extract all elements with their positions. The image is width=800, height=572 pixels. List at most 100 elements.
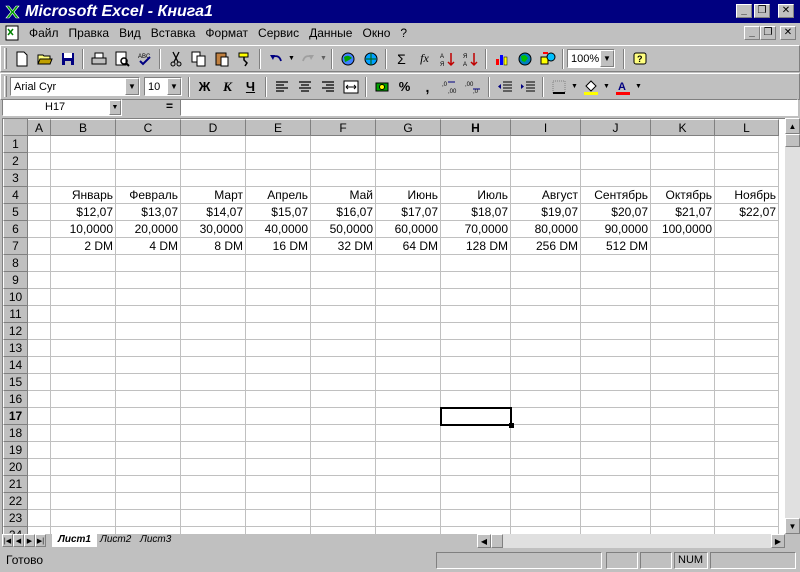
cell-i13[interactable]	[511, 340, 581, 357]
cell-f13[interactable]	[311, 340, 376, 357]
cell-f1[interactable]	[311, 136, 376, 153]
cell-f8[interactable]	[311, 255, 376, 272]
menu-view[interactable]: Вид	[114, 26, 146, 40]
currency-button[interactable]	[370, 76, 393, 98]
row-header-14[interactable]: 14	[3, 357, 28, 374]
cell-e12[interactable]	[246, 323, 311, 340]
format-painter-button[interactable]	[233, 48, 256, 70]
cell-a4[interactable]	[28, 187, 51, 204]
cell-l3[interactable]	[715, 170, 779, 187]
cell-h4[interactable]: Июль	[441, 187, 511, 204]
close-button[interactable]: ✕	[778, 4, 794, 18]
cell-c17[interactable]	[116, 408, 181, 425]
cell-i17[interactable]	[511, 408, 581, 425]
cell-d12[interactable]	[181, 323, 246, 340]
row-header-21[interactable]: 21	[3, 476, 28, 493]
cell-i24[interactable]	[511, 527, 581, 534]
cell-i15[interactable]	[511, 374, 581, 391]
cell-i10[interactable]	[511, 289, 581, 306]
cell-f10[interactable]	[311, 289, 376, 306]
cell-j18[interactable]	[581, 425, 651, 442]
cell-k10[interactable]	[651, 289, 715, 306]
cell-l5[interactable]: $22,07	[715, 204, 779, 221]
cell-b18[interactable]	[51, 425, 116, 442]
cell-d5[interactable]: $14,07	[181, 204, 246, 221]
cell-c18[interactable]	[116, 425, 181, 442]
cell-k18[interactable]	[651, 425, 715, 442]
cell-h9[interactable]	[441, 272, 511, 289]
cell-j12[interactable]	[581, 323, 651, 340]
cell-c21[interactable]	[116, 476, 181, 493]
row-header-23[interactable]: 23	[3, 510, 28, 527]
first-sheet-button[interactable]: |◀	[2, 534, 13, 547]
cell-c4[interactable]: Февраль	[116, 187, 181, 204]
increase-decimal-button[interactable]: ,0,00	[439, 76, 462, 98]
cell-h21[interactable]	[441, 476, 511, 493]
cell-g1[interactable]	[376, 136, 441, 153]
row-header-24[interactable]: 24	[3, 527, 28, 534]
cell-b21[interactable]	[51, 476, 116, 493]
cell-i16[interactable]	[511, 391, 581, 408]
cell-g13[interactable]	[376, 340, 441, 357]
row-header-2[interactable]: 2	[3, 153, 28, 170]
vertical-scrollbar[interactable]: ▲ ▼	[785, 118, 800, 534]
cell-l6[interactable]	[715, 221, 779, 238]
cell-k7[interactable]	[651, 238, 715, 255]
cell-h20[interactable]	[441, 459, 511, 476]
cell-e6[interactable]: 40,0000	[246, 221, 311, 238]
undo-dropdown[interactable]: ▼	[287, 48, 296, 70]
cell-a11[interactable]	[28, 306, 51, 323]
cell-c3[interactable]	[116, 170, 181, 187]
paste-function-button[interactable]: fx	[413, 48, 436, 70]
row-header-17[interactable]: 17	[3, 408, 28, 425]
cell-i8[interactable]	[511, 255, 581, 272]
cell-k11[interactable]	[651, 306, 715, 323]
font-color-button[interactable]: A	[611, 76, 634, 98]
cell-e8[interactable]	[246, 255, 311, 272]
cell-c11[interactable]	[116, 306, 181, 323]
column-header-d[interactable]: D	[181, 119, 246, 136]
sort-descending-button[interactable]: ЯA	[459, 48, 482, 70]
cell-f3[interactable]	[311, 170, 376, 187]
row-header-10[interactable]: 10	[3, 289, 28, 306]
cell-g14[interactable]	[376, 357, 441, 374]
cell-i3[interactable]	[511, 170, 581, 187]
cell-l22[interactable]	[715, 493, 779, 510]
cell-g20[interactable]	[376, 459, 441, 476]
cell-j13[interactable]	[581, 340, 651, 357]
cell-b17[interactable]	[51, 408, 116, 425]
cell-i11[interactable]	[511, 306, 581, 323]
next-sheet-button[interactable]: ▶	[24, 534, 35, 547]
insert-hyperlink-button[interactable]	[336, 48, 359, 70]
cell-a1[interactable]	[28, 136, 51, 153]
cell-f20[interactable]	[311, 459, 376, 476]
cell-h23[interactable]	[441, 510, 511, 527]
print-button[interactable]	[87, 48, 110, 70]
cell-d7[interactable]: 8 DM	[181, 238, 246, 255]
map-button[interactable]	[513, 48, 536, 70]
cell-j2[interactable]	[581, 153, 651, 170]
cell-j16[interactable]	[581, 391, 651, 408]
cell-d22[interactable]	[181, 493, 246, 510]
cell-i7[interactable]: 256 DM	[511, 238, 581, 255]
menu-help[interactable]: ?	[395, 26, 412, 40]
cell-e23[interactable]	[246, 510, 311, 527]
cell-g23[interactable]	[376, 510, 441, 527]
font-size-dropdown-button[interactable]: ▼	[167, 78, 181, 95]
cell-j24[interactable]	[581, 527, 651, 534]
cell-j1[interactable]	[581, 136, 651, 153]
row-header-22[interactable]: 22	[3, 493, 28, 510]
cell-e7[interactable]: 16 DM	[246, 238, 311, 255]
cell-a20[interactable]	[28, 459, 51, 476]
column-header-a[interactable]: A	[28, 119, 51, 136]
cell-d20[interactable]	[181, 459, 246, 476]
column-header-j[interactable]: J	[581, 119, 651, 136]
cell-l4[interactable]: Ноябрь	[715, 187, 779, 204]
cell-f24[interactable]	[311, 527, 376, 534]
cell-i4[interactable]: Август	[511, 187, 581, 204]
cell-j21[interactable]	[581, 476, 651, 493]
cell-h14[interactable]	[441, 357, 511, 374]
cell-l11[interactable]	[715, 306, 779, 323]
cell-g16[interactable]	[376, 391, 441, 408]
cell-e17[interactable]	[246, 408, 311, 425]
